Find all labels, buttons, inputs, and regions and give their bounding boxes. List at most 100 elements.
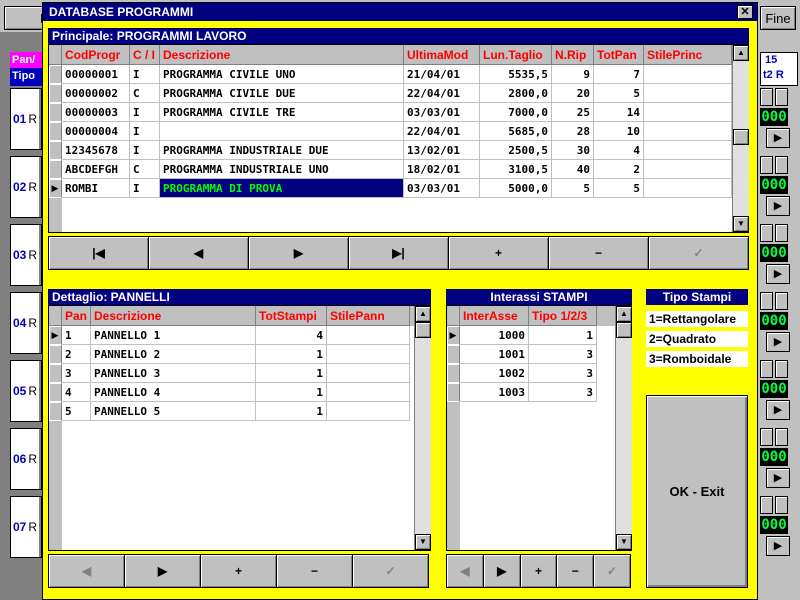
detail_panel-cell[interactable]: 1: [256, 383, 327, 402]
main_panel-cell[interactable]: ROMBI: [62, 179, 130, 198]
row-indicator[interactable]: [49, 141, 62, 160]
main_panel-cell[interactable]: 5: [552, 179, 594, 198]
main_panel-cell[interactable]: PROGRAMMA CIVILE TRE: [160, 103, 404, 122]
toggle-box[interactable]: [760, 496, 773, 514]
interassi_panel-cell[interactable]: 3: [529, 364, 597, 383]
main_panel-cell[interactable]: ABCDEFGH: [62, 160, 130, 179]
main_panel-cell[interactable]: PROGRAMMA CIVILE UNO: [160, 65, 404, 84]
main_panel-cell[interactable]: 30: [552, 141, 594, 160]
last-record-button[interactable]: ▶|: [348, 236, 449, 270]
add-record-button[interactable]: +: [448, 236, 549, 270]
row-card[interactable]: 02 R: [10, 156, 42, 218]
interassi_panel-cell[interactable]: 1003: [460, 383, 529, 402]
main_panel-cell[interactable]: 5: [594, 84, 644, 103]
main_panel-cell[interactable]: 9: [552, 65, 594, 84]
detail_panel-cell[interactable]: 3: [62, 364, 91, 383]
main_panel-cell[interactable]: I: [130, 122, 160, 141]
main_panel-cell[interactable]: [644, 160, 732, 179]
row-indicator[interactable]: [49, 364, 62, 383]
next-pannello-button[interactable]: ▶: [124, 554, 201, 588]
confirm-interasse-button[interactable]: ✓: [593, 554, 631, 588]
main_panel-cell[interactable]: [160, 122, 404, 141]
toggle-box[interactable]: [760, 360, 773, 378]
row-indicator[interactable]: [447, 345, 460, 364]
row-indicator[interactable]: [447, 364, 460, 383]
prev-pannello-button[interactable]: ◀: [48, 554, 125, 588]
play-button[interactable]: ▶: [766, 536, 790, 556]
toggle-box[interactable]: [775, 224, 788, 242]
row-indicator[interactable]: [49, 383, 62, 402]
scroll-thumb[interactable]: [415, 322, 431, 338]
main_panel-column-header[interactable]: StilePrinc: [644, 45, 732, 65]
row-card[interactable]: 06 R: [10, 428, 42, 490]
main_panel-column-header[interactable]: UltimaMod: [404, 45, 480, 65]
main_panel-cell[interactable]: 00000003: [62, 103, 130, 122]
scroll-up-icon[interactable]: ▲: [616, 306, 632, 322]
row-indicator[interactable]: [49, 103, 62, 122]
main_panel-cell[interactable]: 4: [594, 141, 644, 160]
main_panel-column-header[interactable]: CodProgr: [62, 45, 130, 65]
detail_panel-cell[interactable]: [327, 364, 410, 383]
confirm-button[interactable]: ✓: [648, 236, 749, 270]
interassi_panel-cell[interactable]: 1001: [460, 345, 529, 364]
detail_panel-cell[interactable]: [327, 326, 410, 345]
detail-grid[interactable]: Pan Descrizione TotStampi StilePann ▶ 1 PANNEL…: [48, 305, 431, 551]
play-button[interactable]: ▶: [766, 332, 790, 352]
main_panel-cell[interactable]: [644, 84, 732, 103]
interassi_panel-cell[interactable]: 1000: [460, 326, 529, 345]
prev-interasse-button[interactable]: ◀: [446, 554, 484, 588]
fine-button[interactable]: Fine: [760, 6, 796, 30]
main_panel-cell[interactable]: 10: [594, 122, 644, 141]
main_panel-cell[interactable]: 00000004: [62, 122, 130, 141]
main_panel-cell[interactable]: 25: [552, 103, 594, 122]
main_panel-cell[interactable]: 28: [552, 122, 594, 141]
main-grid[interactable]: CodProgr C / I Descrizione UltimaMod Lun.Tag…: [48, 44, 749, 233]
main_panel-cell[interactable]: [644, 65, 732, 84]
main_panel-cell[interactable]: 2500,5: [480, 141, 552, 160]
row-card[interactable]: 05 R: [10, 360, 42, 422]
detail_panel-cell[interactable]: 1: [256, 345, 327, 364]
toggle-box[interactable]: [775, 292, 788, 310]
toggle-box[interactable]: [775, 156, 788, 174]
detail_panel-cell[interactable]: [327, 383, 410, 402]
ok-exit-button[interactable]: OK - Exit: [646, 395, 748, 588]
row-indicator[interactable]: [49, 160, 62, 179]
detail_panel-cell[interactable]: 5: [62, 402, 91, 421]
main_panel-cell[interactable]: 03/03/01: [404, 179, 480, 198]
main_panel-cell[interactable]: I: [130, 141, 160, 160]
detail_panel-cell[interactable]: PANNELLO 2: [91, 345, 256, 364]
main_panel-cell[interactable]: 3100,5: [480, 160, 552, 179]
row-indicator[interactable]: ▶: [49, 326, 62, 345]
detail_panel-column-header[interactable]: Pan: [62, 306, 91, 326]
interassi_panel-cell[interactable]: 1002: [460, 364, 529, 383]
play-button[interactable]: ▶: [766, 264, 790, 284]
main_panel-cell[interactable]: [644, 122, 732, 141]
interassi-grid-scrollbar[interactable]: ▲ ▼: [615, 306, 632, 550]
delete-record-button[interactable]: −: [548, 236, 649, 270]
main_panel-cell[interactable]: 2800,0: [480, 84, 552, 103]
main_panel-cell[interactable]: [644, 179, 732, 198]
detail-grid-scrollbar[interactable]: ▲ ▼: [414, 306, 431, 550]
main_panel-cell[interactable]: 03/03/01: [404, 103, 480, 122]
detail_panel-cell[interactable]: 2: [62, 345, 91, 364]
next-interasse-button[interactable]: ▶: [482, 554, 521, 588]
main_panel-cell[interactable]: 12345678: [62, 141, 130, 160]
toggle-box[interactable]: [760, 88, 773, 106]
main_panel-cell[interactable]: PROGRAMMA CIVILE DUE: [160, 84, 404, 103]
detail_panel-cell[interactable]: PANNELLO 5: [91, 402, 256, 421]
play-button[interactable]: ▶: [766, 128, 790, 148]
play-button[interactable]: ▶: [766, 196, 790, 216]
main_panel-cell[interactable]: C: [130, 84, 160, 103]
toggle-box[interactable]: [760, 292, 773, 310]
play-button[interactable]: ▶: [766, 400, 790, 420]
main_panel-cell[interactable]: 5000,0: [480, 179, 552, 198]
row-indicator[interactable]: [49, 402, 62, 421]
scroll-down-icon[interactable]: ▼: [616, 534, 632, 550]
main_panel-column-header[interactable]: N.Rip: [552, 45, 594, 65]
interassi_panel-column-header[interactable]: InterAsse: [460, 306, 529, 326]
main_panel-cell[interactable]: 14: [594, 103, 644, 122]
toggle-box[interactable]: [775, 88, 788, 106]
main_panel-cell[interactable]: 5535,5: [480, 65, 552, 84]
interassi_panel-cell[interactable]: 3: [529, 345, 597, 364]
toggle-box[interactable]: [760, 428, 773, 446]
